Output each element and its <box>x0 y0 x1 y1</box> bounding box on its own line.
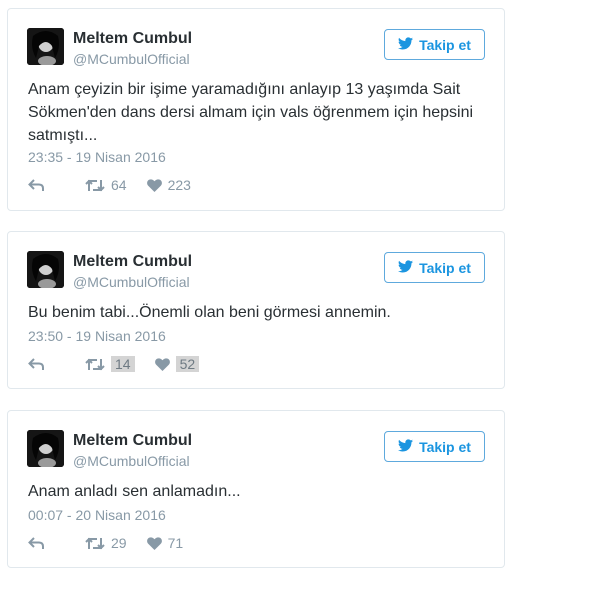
author-name[interactable]: Meltem Cumbul <box>73 30 192 48</box>
like-count: 223 <box>167 177 191 193</box>
tweet-timestamp[interactable]: 00:07 - 20 Nisan 2016 <box>28 507 166 523</box>
retweet-icon <box>85 358 105 370</box>
tweet-text: Anam anladı sen anlamadın... <box>28 483 241 500</box>
retweet-icon <box>85 179 105 191</box>
follow-button[interactable]: Takip et <box>384 252 485 283</box>
heart-icon <box>146 536 162 550</box>
follow-label: Takip et <box>419 36 471 53</box>
like-button[interactable]: 223 <box>146 177 191 193</box>
like-button[interactable]: 71 <box>146 535 184 551</box>
retweet-button[interactable]: 14 <box>85 356 135 372</box>
tweet-actions: 64 223 <box>28 177 211 193</box>
avatar[interactable] <box>27 430 64 467</box>
like-button[interactable]: 52 <box>154 356 200 372</box>
reply-button[interactable] <box>28 536 65 550</box>
tweet-actions: 29 71 <box>28 535 203 551</box>
retweet-count: 14 <box>111 356 135 372</box>
tweet-card: Meltem Cumbul @MCumbulOfficial Takip et … <box>7 8 505 211</box>
reply-icon <box>28 179 44 191</box>
avatar[interactable] <box>27 28 64 65</box>
follow-label: Takip et <box>419 259 471 276</box>
retweet-icon <box>85 537 105 549</box>
heart-icon <box>154 357 170 371</box>
author-handle[interactable]: @MCumbulOfficial <box>73 51 190 67</box>
tweet-timestamp[interactable]: 23:35 - 19 Nisan 2016 <box>28 149 166 165</box>
follow-button[interactable]: Takip et <box>384 431 485 462</box>
author-name[interactable]: Meltem Cumbul <box>73 253 192 271</box>
tweet-card: Meltem Cumbul @MCumbulOfficial Takip et … <box>7 231 505 389</box>
tweet-card: Meltem Cumbul @MCumbulOfficial Takip et … <box>7 410 505 568</box>
reply-button[interactable] <box>28 178 65 192</box>
twitter-bird-icon <box>398 36 414 53</box>
author-name[interactable]: Meltem Cumbul <box>73 432 192 450</box>
retweet-button[interactable]: 64 <box>85 177 127 193</box>
tweet-text: Bu benim tabi...Önemli olan beni görmesi… <box>28 304 391 321</box>
tweet-text: Anam çeyizin bir işime yaramadığını anla… <box>28 81 474 144</box>
heart-icon <box>146 178 162 192</box>
twitter-bird-icon <box>398 438 414 455</box>
author-handle[interactable]: @MCumbulOfficial <box>73 453 190 469</box>
reply-icon <box>28 358 44 370</box>
like-count: 71 <box>167 535 184 551</box>
avatar[interactable] <box>27 251 64 288</box>
retweet-count: 64 <box>111 177 127 193</box>
tweet-actions: 14 52 <box>28 356 219 372</box>
twitter-bird-icon <box>398 259 414 276</box>
tweet-timestamp[interactable]: 23:50 - 19 Nisan 2016 <box>28 328 166 344</box>
follow-label: Takip et <box>419 438 471 455</box>
retweet-button[interactable]: 29 <box>85 535 127 551</box>
retweet-count: 29 <box>111 535 127 551</box>
like-count: 52 <box>175 356 200 372</box>
reply-icon <box>28 537 44 549</box>
author-handle[interactable]: @MCumbulOfficial <box>73 274 190 290</box>
follow-button[interactable]: Takip et <box>384 29 485 60</box>
reply-button[interactable] <box>28 357 65 371</box>
